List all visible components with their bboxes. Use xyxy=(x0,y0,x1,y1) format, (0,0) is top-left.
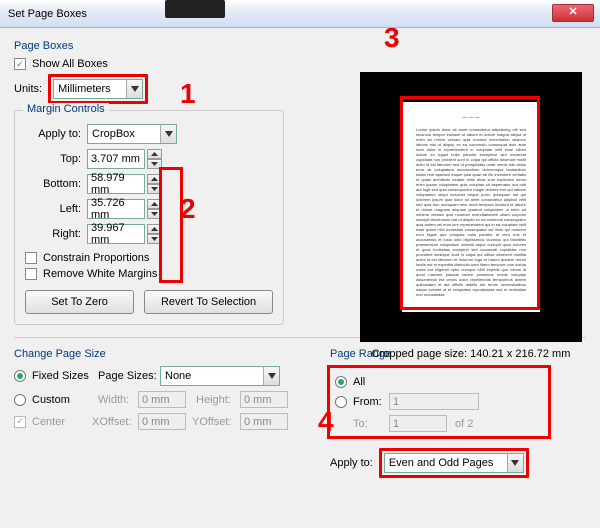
apply-to-label: Apply to: xyxy=(25,128,81,140)
page-preview: — — — Lorem ipsum dolor sit amet consect… xyxy=(360,72,582,360)
fixed-sizes-radio[interactable] xyxy=(14,370,26,382)
title-bar: Set Page Boxes ✕ xyxy=(0,0,600,28)
page-range-apply-to-label: Apply to: xyxy=(330,457,373,469)
change-page-size-title: Change Page Size xyxy=(14,348,306,360)
custom-radio[interactable] xyxy=(14,394,26,406)
spinner-highlight xyxy=(159,167,183,283)
chevron-down-icon xyxy=(126,80,142,98)
page-range-apply-highlight: Even and Odd Pages xyxy=(379,448,529,478)
page-range-highlight xyxy=(327,365,551,439)
set-to-zero-label: Set To Zero xyxy=(51,296,108,308)
margin-right-value: 39.967 mm xyxy=(91,222,141,246)
margin-top-value: 3.707 mm xyxy=(91,153,140,165)
set-to-zero-button[interactable]: Set To Zero xyxy=(25,290,134,314)
height-value: 0 mm xyxy=(244,394,272,406)
center-label: Center xyxy=(32,416,92,428)
page-range-apply-to-combo[interactable]: Even and Odd Pages xyxy=(384,453,524,473)
titlebar-decoration xyxy=(165,0,225,18)
yoffset-value: 0 mm xyxy=(244,416,272,428)
center-checkbox: ✓ xyxy=(14,416,26,428)
chevron-down-icon xyxy=(160,125,176,143)
margin-top-label: Top: xyxy=(25,153,81,165)
margin-top-input[interactable]: 3.707 mm xyxy=(87,149,145,169)
show-all-boxes-label: Show All Boxes xyxy=(32,58,108,70)
chevron-down-icon xyxy=(263,367,279,385)
page-sizes-label: Page Sizes: xyxy=(98,370,160,382)
margin-left-label: Left: xyxy=(25,203,81,215)
preview-caption: Cropped page size: 140.21 x 216.72 mm xyxy=(360,348,582,360)
change-page-size-group: Change Page Size Fixed Sizes Page Sizes:… xyxy=(14,346,306,483)
custom-label: Custom xyxy=(32,394,98,406)
yoffset-input: 0 mm xyxy=(240,413,288,430)
page-boxes-title: Page Boxes xyxy=(14,40,586,52)
apply-to-combo[interactable]: CropBox xyxy=(87,124,177,144)
page-range-apply-to-value: Even and Odd Pages xyxy=(389,457,494,469)
margin-left-input[interactable]: 35.726 mm xyxy=(87,199,145,219)
margin-bottom-value: 58.979 mm xyxy=(91,172,141,196)
constrain-proportions-checkbox[interactable] xyxy=(25,252,37,264)
page-range-group: Page Range All From: 1 To: 1 of 2 Apply … xyxy=(330,346,586,483)
margin-right-label: Right: xyxy=(25,228,81,240)
show-all-boxes-checkbox[interactable]: ✓ xyxy=(14,58,26,70)
preview-frame: — — — Lorem ipsum dolor sit amet consect… xyxy=(360,72,582,342)
margin-bottom-label: Bottom: xyxy=(25,178,81,190)
width-input[interactable]: 0 mm xyxy=(138,391,186,408)
revert-label: Revert To Selection xyxy=(161,296,256,308)
margin-controls-group: Margin Controls Apply to: CropBox Top: 3… xyxy=(14,110,284,325)
page-sizes-value: None xyxy=(165,370,191,382)
remove-white-margins-checkbox[interactable] xyxy=(25,268,37,280)
units-highlight: Millimeters xyxy=(48,74,148,104)
callout-1: 1 xyxy=(180,78,196,110)
height-label: Height: xyxy=(196,394,240,406)
callout-3: 3 xyxy=(384,22,400,54)
width-label: Width: xyxy=(98,394,138,406)
window-title: Set Page Boxes xyxy=(8,8,87,20)
margin-bottom-input[interactable]: 58.979 mm xyxy=(87,174,145,194)
close-icon: ✕ xyxy=(568,6,577,18)
width-value: 0 mm xyxy=(142,394,170,406)
chevron-down-icon xyxy=(507,454,523,472)
units-combo[interactable]: Millimeters xyxy=(53,79,143,99)
preview-cropbox-outline xyxy=(400,96,540,310)
remove-white-margins-label: Remove White Margins xyxy=(43,268,157,280)
xoffset-label: XOffset: xyxy=(92,416,138,428)
margin-top-spinner[interactable] xyxy=(147,149,162,169)
close-button[interactable]: ✕ xyxy=(552,4,594,22)
units-value: Millimeters xyxy=(58,83,111,95)
yoffset-label: YOffset: xyxy=(192,416,240,428)
page-sizes-combo[interactable]: None xyxy=(160,366,280,386)
margin-left-value: 35.726 mm xyxy=(91,197,141,221)
height-input[interactable]: 0 mm xyxy=(240,391,288,408)
revert-to-selection-button[interactable]: Revert To Selection xyxy=(144,290,273,314)
fixed-sizes-label: Fixed Sizes xyxy=(32,370,98,382)
xoffset-value: 0 mm xyxy=(142,416,170,428)
margin-right-input[interactable]: 39.967 mm xyxy=(87,224,145,244)
constrain-proportions-label: Constrain Proportions xyxy=(43,252,149,264)
units-label: Units: xyxy=(14,83,42,95)
apply-to-value: CropBox xyxy=(92,128,135,140)
margin-controls-legend: Margin Controls xyxy=(23,103,109,115)
xoffset-input: 0 mm xyxy=(138,413,186,430)
